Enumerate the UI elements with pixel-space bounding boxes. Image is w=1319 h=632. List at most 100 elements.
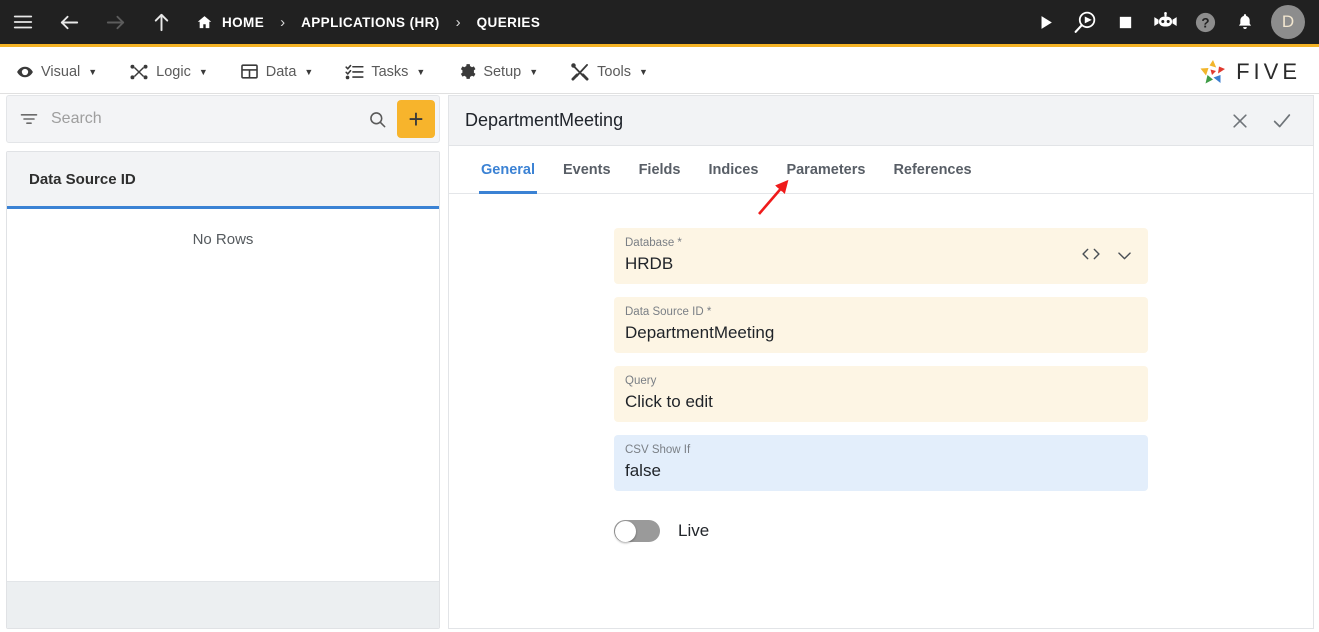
field-data-source-id[interactable]: Data Source ID * DepartmentMeeting bbox=[614, 297, 1148, 353]
menu-label-logic: Logic bbox=[156, 63, 191, 80]
field-label-database: Database * bbox=[625, 237, 682, 249]
eye-icon bbox=[16, 63, 34, 81]
field-label-query: Query bbox=[625, 375, 657, 387]
chevron-down-icon: ▼ bbox=[529, 66, 539, 77]
filter-icon[interactable] bbox=[19, 109, 51, 129]
add-record-button[interactable]: + bbox=[397, 100, 435, 138]
gear-icon bbox=[457, 62, 476, 81]
debug-icon[interactable] bbox=[1065, 0, 1105, 46]
menu-label-setup: Setup bbox=[483, 63, 522, 80]
live-toggle-row: Live bbox=[614, 520, 1148, 542]
tab-label-indices: Indices bbox=[708, 161, 759, 178]
svg-text:?: ? bbox=[1201, 15, 1209, 30]
field-label-data-source-id: Data Source ID * bbox=[625, 306, 712, 318]
field-database-icons bbox=[1081, 246, 1134, 265]
menu-item-setup[interactable]: Setup ▼ bbox=[441, 50, 554, 94]
hamburger-menu-icon[interactable] bbox=[0, 0, 46, 46]
menu-item-visual[interactable]: Visual ▼ bbox=[0, 50, 113, 94]
chevron-down-icon: ▼ bbox=[416, 66, 426, 77]
confirm-check-icon[interactable] bbox=[1265, 104, 1299, 138]
general-form: Database * HRDB Data Source ID * Departm… bbox=[449, 194, 1313, 542]
stop-icon[interactable] bbox=[1105, 0, 1145, 46]
chevron-down-icon[interactable] bbox=[1115, 246, 1134, 265]
top-nav-left-group: HOME › APPLICATIONS (HR) › QUERIES bbox=[0, 0, 552, 44]
up-arrow-icon[interactable] bbox=[138, 0, 184, 46]
breadcrumb-separator: › bbox=[455, 13, 461, 31]
field-value-database: HRDB bbox=[625, 254, 674, 273]
five-star-logo bbox=[1198, 58, 1228, 86]
breadcrumb-separator: › bbox=[280, 13, 286, 31]
tab-label-events: Events bbox=[563, 161, 611, 178]
breadcrumb-label-queries: QUERIES bbox=[476, 14, 541, 30]
menu-item-tasks[interactable]: Tasks ▼ bbox=[329, 50, 441, 94]
top-nav-right-group: ? D bbox=[1025, 0, 1319, 44]
checklist-icon bbox=[345, 62, 364, 81]
live-toggle[interactable] bbox=[614, 520, 660, 542]
breadcrumb-item-queries[interactable]: QUERIES bbox=[465, 0, 553, 46]
forward-arrow-icon[interactable] bbox=[92, 0, 138, 46]
search-bar: + bbox=[6, 95, 440, 143]
tab-label-fields: Fields bbox=[638, 161, 681, 178]
search-icon[interactable] bbox=[358, 110, 397, 129]
field-label-csv-show-if: CSV Show If bbox=[625, 444, 691, 456]
menu-label-visual: Visual bbox=[41, 63, 81, 80]
back-arrow-icon[interactable] bbox=[46, 0, 92, 46]
code-brackets-icon[interactable] bbox=[1081, 247, 1101, 265]
tab-indices[interactable]: Indices bbox=[694, 146, 772, 193]
logic-nodes-icon bbox=[129, 63, 149, 81]
chevron-down-icon: ▼ bbox=[639, 66, 648, 77]
chevron-down-icon: ▼ bbox=[88, 66, 98, 77]
tab-label-parameters: Parameters bbox=[786, 161, 866, 178]
sidebar-panel: + Data Source ID No Rows bbox=[6, 95, 440, 629]
avatar[interactable]: D bbox=[1271, 5, 1305, 39]
field-value-query: Click to edit bbox=[625, 392, 713, 411]
menu-item-tools[interactable]: Tools ▼ bbox=[554, 50, 664, 94]
tab-label-general: General bbox=[481, 161, 535, 178]
toggle-knob bbox=[615, 520, 636, 542]
tab-general[interactable]: General bbox=[467, 146, 549, 194]
tab-label-references: References bbox=[893, 161, 972, 178]
top-navigation-bar: HOME › APPLICATIONS (HR) › QUERIES ? D bbox=[0, 0, 1319, 47]
search-input[interactable] bbox=[51, 110, 358, 128]
records-list-body: No Rows bbox=[7, 209, 439, 581]
list-footer bbox=[7, 581, 439, 628]
detail-panel-header: DepartmentMeeting bbox=[449, 96, 1313, 146]
menu-item-logic[interactable]: Logic ▼ bbox=[113, 50, 224, 94]
page-title: DepartmentMeeting bbox=[465, 110, 624, 130]
five-brand-logo: FIVE bbox=[1198, 58, 1319, 86]
empty-state-message: No Rows bbox=[192, 231, 254, 248]
detail-header-actions bbox=[1223, 104, 1299, 138]
live-toggle-label: Live bbox=[678, 521, 710, 540]
breadcrumb-label-applications: APPLICATIONS (HR) bbox=[301, 14, 440, 30]
tab-references[interactable]: References bbox=[879, 146, 985, 193]
tab-events[interactable]: Events bbox=[549, 146, 625, 193]
column-header-data-source-id: Data Source ID bbox=[29, 170, 136, 188]
field-database[interactable]: Database * HRDB bbox=[614, 228, 1148, 284]
field-value-csv-show-if: false bbox=[625, 461, 661, 480]
list-column-header[interactable]: Data Source ID bbox=[7, 152, 439, 209]
home-icon bbox=[196, 14, 213, 31]
close-icon[interactable] bbox=[1223, 104, 1257, 138]
menu-label-data: Data bbox=[265, 63, 297, 80]
breadcrumb-label-home: HOME bbox=[222, 14, 265, 30]
help-icon[interactable]: ? bbox=[1185, 0, 1225, 46]
chevron-down-icon: ▼ bbox=[198, 66, 208, 77]
menu-label-tools: Tools bbox=[597, 63, 631, 80]
field-query[interactable]: Query Click to edit bbox=[614, 366, 1148, 422]
notifications-bell-icon[interactable] bbox=[1225, 0, 1265, 46]
tab-parameters[interactable]: Parameters bbox=[772, 146, 879, 193]
breadcrumb-item-home[interactable]: HOME bbox=[184, 0, 276, 46]
detail-form-area: Database * HRDB Data Source ID * Departm… bbox=[449, 194, 1313, 628]
application-menu-bar: Visual ▼ Logic ▼ Data ▼ Tasks ▼ Setup ▼ … bbox=[0, 50, 1319, 94]
records-list-card: Data Source ID No Rows bbox=[6, 151, 440, 629]
field-csv-show-if[interactable]: CSV Show If false bbox=[614, 435, 1148, 491]
chatbot-icon[interactable] bbox=[1145, 0, 1185, 46]
run-icon[interactable] bbox=[1025, 0, 1065, 46]
menu-item-data[interactable]: Data ▼ bbox=[224, 50, 330, 94]
breadcrumb-item-applications[interactable]: APPLICATIONS (HR) bbox=[289, 0, 452, 46]
brand-text: FIVE bbox=[1236, 58, 1301, 84]
chevron-down-icon: ▼ bbox=[304, 66, 314, 77]
detail-panel: DepartmentMeeting General Events Fields bbox=[448, 95, 1314, 629]
detail-tab-bar: General Events Fields Indices Parameters… bbox=[449, 146, 1313, 194]
tab-fields[interactable]: Fields bbox=[625, 146, 695, 193]
